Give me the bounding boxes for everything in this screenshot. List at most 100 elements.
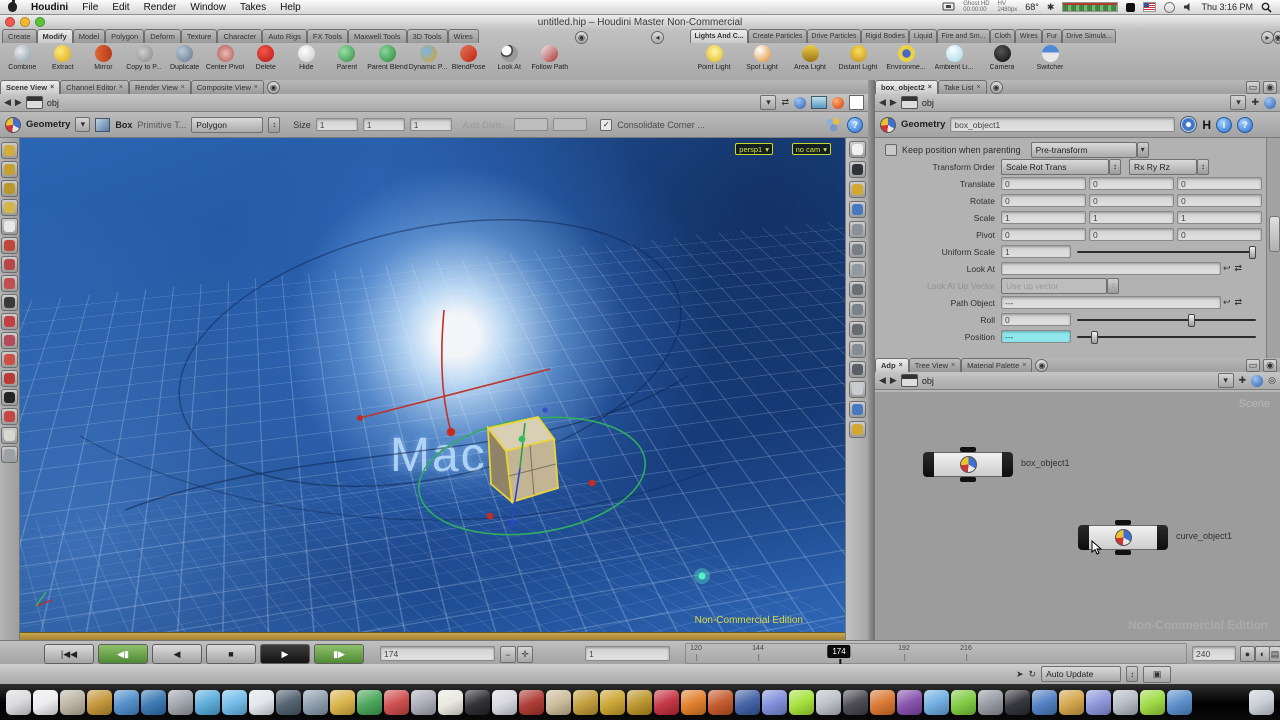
nav-forward-icon[interactable]: ▶ bbox=[890, 375, 897, 386]
dock-app-icon[interactable] bbox=[1059, 690, 1084, 715]
shelf-tool[interactable]: Copy to P... bbox=[124, 44, 165, 80]
pane-menu-icon[interactable]: ◉ bbox=[1263, 81, 1277, 94]
tool-icon-button[interactable] bbox=[1, 408, 18, 425]
tool-icon-button[interactable] bbox=[1, 142, 18, 159]
context-icon[interactable] bbox=[901, 374, 918, 387]
close-tab-icon[interactable]: × bbox=[899, 362, 903, 369]
volume-icon[interactable] bbox=[1183, 2, 1193, 12]
pane-tab[interactable]: Render View× bbox=[129, 80, 191, 94]
shelf-tool[interactable]: Hide bbox=[286, 44, 327, 80]
display-option-button[interactable] bbox=[849, 421, 866, 438]
display-option-button[interactable] bbox=[849, 141, 866, 158]
step-back-button[interactable]: ◀ bbox=[152, 644, 202, 664]
node-left-flags[interactable] bbox=[1078, 525, 1089, 550]
shelf-tab[interactable]: Drive Particles bbox=[807, 29, 861, 43]
shelf-tool[interactable]: Area Light bbox=[786, 44, 834, 80]
loop-mode-button[interactable]: ◐ bbox=[1255, 646, 1270, 662]
transform-order-select[interactable]: Scale Rot Trans bbox=[1001, 159, 1109, 175]
timeline-ruler[interactable]: 120144192216 174 bbox=[685, 643, 1187, 664]
uniform-scale-slider[interactable] bbox=[1077, 245, 1256, 258]
input-language-flag-icon[interactable] bbox=[1143, 2, 1156, 12]
dock-app-icon[interactable] bbox=[6, 690, 31, 715]
dock-app-icon[interactable] bbox=[465, 690, 490, 715]
dock-app-icon[interactable] bbox=[33, 690, 58, 715]
display-option-button[interactable] bbox=[849, 181, 866, 198]
shelf-tool[interactable]: BlendPose bbox=[448, 44, 489, 80]
position-slider[interactable] bbox=[1077, 330, 1256, 343]
path-object-input[interactable]: --- bbox=[1001, 296, 1221, 309]
dock-app-icon[interactable] bbox=[762, 690, 787, 715]
dock-app-icon[interactable] bbox=[978, 690, 1003, 715]
node-right-flags[interactable] bbox=[1002, 452, 1013, 477]
tool-icon-button[interactable] bbox=[1, 237, 18, 254]
rotate-order-spinner[interactable]: ↕ bbox=[1197, 159, 1209, 175]
dock-app-icon[interactable] bbox=[708, 690, 733, 715]
help-icon[interactable]: ? bbox=[1237, 117, 1253, 133]
dock-app-icon[interactable] bbox=[195, 690, 220, 715]
hip-icon[interactable] bbox=[794, 97, 806, 109]
dock-app-icon[interactable] bbox=[735, 690, 760, 715]
refresh-icon[interactable]: ↻ bbox=[1029, 669, 1037, 680]
shelf-tool[interactable]: Camera bbox=[978, 44, 1026, 80]
apple-menu-icon[interactable] bbox=[8, 2, 17, 12]
display-status-icon[interactable] bbox=[942, 2, 955, 12]
display-option-button[interactable] bbox=[849, 381, 866, 398]
pane-divider[interactable] bbox=[868, 80, 875, 640]
network-editor[interactable]: Scene box_object1 curve_object1 Non-Comm… bbox=[875, 392, 1280, 640]
size-y-input[interactable]: 1 bbox=[363, 118, 405, 131]
close-tab-icon[interactable]: × bbox=[976, 84, 980, 91]
primitive-type-spinner[interactable]: ↕ bbox=[268, 117, 280, 133]
tool-icon-button[interactable] bbox=[1, 427, 18, 444]
pane-tab[interactable]: Scene View× bbox=[0, 80, 60, 94]
auto-update-select[interactable]: Auto Update bbox=[1041, 666, 1121, 682]
close-tab-icon[interactable]: × bbox=[50, 84, 54, 91]
dock-app-icon[interactable] bbox=[1113, 690, 1138, 715]
transform-order-spinner[interactable]: ↕ bbox=[1109, 159, 1121, 175]
display-option-button[interactable] bbox=[849, 341, 866, 358]
shelf-tab[interactable]: Wires bbox=[448, 29, 479, 43]
playbar-options-button[interactable]: ▤ bbox=[1269, 646, 1280, 662]
shelf-tool[interactable]: Follow Path bbox=[530, 44, 571, 80]
tool-icon-button[interactable] bbox=[1, 275, 18, 292]
spaces-status-icon[interactable] bbox=[1126, 3, 1135, 12]
tool-icon-button[interactable] bbox=[1, 161, 18, 178]
dock-app-icon[interactable] bbox=[924, 690, 949, 715]
pane-tab[interactable]: Composite View× bbox=[191, 80, 264, 94]
dock-app-icon[interactable] bbox=[303, 690, 328, 715]
shelf-tab[interactable]: Create Particles bbox=[748, 29, 807, 43]
tool-icon-button[interactable] bbox=[1, 351, 18, 368]
node-body[interactable] bbox=[934, 452, 1002, 477]
shelf-tool[interactable]: Point Light bbox=[690, 44, 738, 80]
menu-item[interactable]: Window bbox=[190, 2, 226, 13]
dock-app-icon[interactable] bbox=[897, 690, 922, 715]
context-dropdown-button[interactable]: ▾ bbox=[75, 117, 90, 132]
shelf-tool[interactable]: Mirror bbox=[83, 44, 124, 80]
shelf-tool[interactable]: Distant Light bbox=[834, 44, 882, 80]
new-pane-tab-button[interactable]: ◉ bbox=[1035, 359, 1048, 372]
tool-icon-button[interactable] bbox=[1, 389, 18, 406]
find-icon[interactable]: ◎ bbox=[1268, 375, 1276, 386]
shelf-tab[interactable]: Modify bbox=[37, 29, 73, 43]
path-dropdown-button[interactable]: ▾ bbox=[1230, 95, 1246, 110]
render-view-icon[interactable] bbox=[811, 96, 827, 109]
nav-back-icon[interactable]: ◀ bbox=[4, 97, 11, 108]
houdini-handle-icon[interactable]: H bbox=[1202, 118, 1211, 132]
range-start-input[interactable]: 1 bbox=[585, 646, 670, 661]
current-frame-input[interactable]: 174 bbox=[380, 646, 495, 661]
size-x-input[interactable]: 1 bbox=[316, 118, 358, 131]
shelf-tool[interactable]: Duplicate bbox=[164, 44, 205, 80]
dock-app-icon[interactable] bbox=[951, 690, 976, 715]
path-text[interactable]: obj bbox=[922, 376, 934, 386]
shelf-tab[interactable]: Texture bbox=[181, 29, 218, 43]
go-start-button[interactable]: |◀◀ bbox=[44, 644, 94, 664]
display-option-button[interactable] bbox=[849, 161, 866, 178]
pane-maximize-icon[interactable]: ▭ bbox=[1246, 359, 1260, 372]
shelf-tab[interactable]: 3D Tools bbox=[407, 29, 448, 43]
op-path-icon[interactable]: ↩ bbox=[1223, 263, 1231, 274]
viewport-nocam-select[interactable]: no cam▾ bbox=[792, 143, 831, 155]
display-option-button[interactable] bbox=[849, 321, 866, 338]
frame-increment-button[interactable]: ✛ bbox=[517, 646, 533, 663]
dock-app-icon[interactable] bbox=[384, 690, 409, 715]
scale-x-input[interactable]: 1 bbox=[1001, 211, 1086, 224]
shelf-tab[interactable]: Liquid bbox=[909, 29, 937, 43]
